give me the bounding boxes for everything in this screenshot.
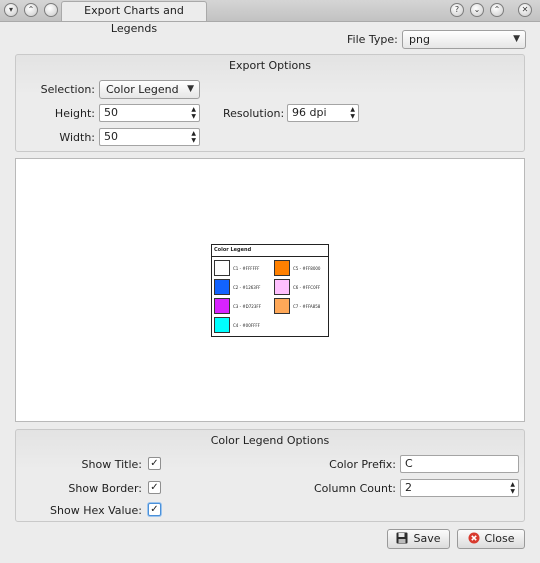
- file-type-select[interactable]: png ▼: [402, 30, 526, 49]
- close-circle-icon: [468, 532, 480, 544]
- window-menu-icon[interactable]: ▾: [4, 3, 18, 17]
- keep-above-icon[interactable]: ⌃: [24, 3, 38, 17]
- checkmark-icon: ✓: [150, 458, 159, 469]
- legend-swatch-label: C7 - #FFA858: [293, 304, 321, 309]
- chevron-down-icon: ▼: [513, 34, 520, 44]
- resolution-label: Resolution:: [223, 107, 285, 120]
- file-type-label: File Type:: [347, 33, 398, 46]
- height-value: 50: [104, 106, 118, 119]
- show-hex-value-label: Show Hex Value:: [50, 504, 142, 517]
- color-legend-options-title: Color Legend Options: [210, 434, 330, 447]
- close-label: Close: [484, 532, 515, 545]
- spin-arrows-icon[interactable]: ▲ ▼: [191, 130, 196, 144]
- column-count-spinbox[interactable]: 2 ▲ ▼: [400, 479, 519, 497]
- legend-swatch: [274, 279, 290, 295]
- selection-label: Selection:: [40, 83, 95, 96]
- export-options-title: Export Options: [229, 59, 311, 72]
- legend-swatch-label: C5 - #FF8000: [293, 266, 321, 271]
- legend-swatch: [214, 298, 230, 314]
- resolution-spinbox[interactable]: 96 dpi ▲ ▼: [287, 104, 359, 122]
- checkmark-icon: ✓: [150, 482, 159, 493]
- on-all-desktops-icon[interactable]: [44, 3, 58, 17]
- help-icon[interactable]: ?: [450, 3, 464, 17]
- show-border-checkbox[interactable]: ✓: [148, 481, 161, 494]
- legend-swatch: [214, 279, 230, 295]
- show-hex-value-checkbox[interactable]: ✓: [148, 503, 161, 516]
- save-button[interactable]: Save: [387, 529, 450, 549]
- window-title: Export Charts and Legends: [61, 1, 207, 35]
- legend-swatch-label: C6 - #FFC0FF: [293, 285, 321, 290]
- selection-select[interactable]: Color Legend ▼: [99, 80, 200, 99]
- color-prefix-label: Color Prefix:: [329, 458, 396, 471]
- width-value: 50: [104, 130, 118, 143]
- legend-title: Color Legend: [214, 247, 252, 253]
- close-button[interactable]: Close: [457, 529, 525, 549]
- column-count-label: Column Count:: [314, 482, 396, 495]
- floppy-disk-icon: [396, 532, 408, 544]
- minimize-icon[interactable]: ⌄: [470, 3, 484, 17]
- width-label: Width:: [59, 131, 95, 144]
- height-label: Height:: [54, 107, 95, 120]
- maximize-icon[interactable]: ⌃: [490, 3, 504, 17]
- show-title-checkbox[interactable]: ✓: [148, 457, 161, 470]
- checkmark-icon: ✓: [150, 504, 159, 515]
- close-window-icon[interactable]: ✕: [518, 3, 532, 17]
- spin-arrows-icon[interactable]: ▲ ▼: [350, 106, 355, 120]
- legend-swatch: [214, 317, 230, 333]
- save-label: Save: [413, 532, 441, 545]
- resolution-value: 96 dpi: [292, 106, 327, 119]
- color-prefix-input[interactable]: C: [400, 455, 519, 473]
- legend-swatch: [274, 298, 290, 314]
- legend-divider: [212, 256, 328, 257]
- show-title-label: Show Title:: [81, 458, 142, 471]
- selection-value: Color Legend: [106, 83, 179, 96]
- title-bar: ▾ ⌃ Export Charts and Legends ? ⌄ ⌃ ✕: [0, 0, 540, 35]
- legend-swatch-label: C1 - #FFFFFF: [233, 266, 260, 271]
- show-border-label: Show Border:: [68, 482, 142, 495]
- spin-arrows-icon[interactable]: ▲ ▼: [191, 106, 196, 120]
- legend-swatch-label: C4 - #00FFFF: [233, 323, 260, 328]
- height-spinbox[interactable]: 50 ▲ ▼: [99, 104, 200, 122]
- width-spinbox[interactable]: 50 ▲ ▼: [99, 128, 200, 146]
- color-legend-preview: Color Legend C1 - #FFFFFF C2 - #1263FF C3 …: [211, 244, 329, 337]
- chevron-down-icon: ▼: [187, 84, 194, 94]
- column-count-value: 2: [405, 481, 412, 494]
- legend-swatch-label: C2 - #1263FF: [233, 285, 261, 290]
- legend-swatch: [274, 260, 290, 276]
- file-type-value: png: [409, 33, 430, 46]
- legend-swatch-label: C3 - #D723FF: [233, 304, 261, 309]
- spin-arrows-icon[interactable]: ▲ ▼: [510, 481, 515, 495]
- legend-swatch: [214, 260, 230, 276]
